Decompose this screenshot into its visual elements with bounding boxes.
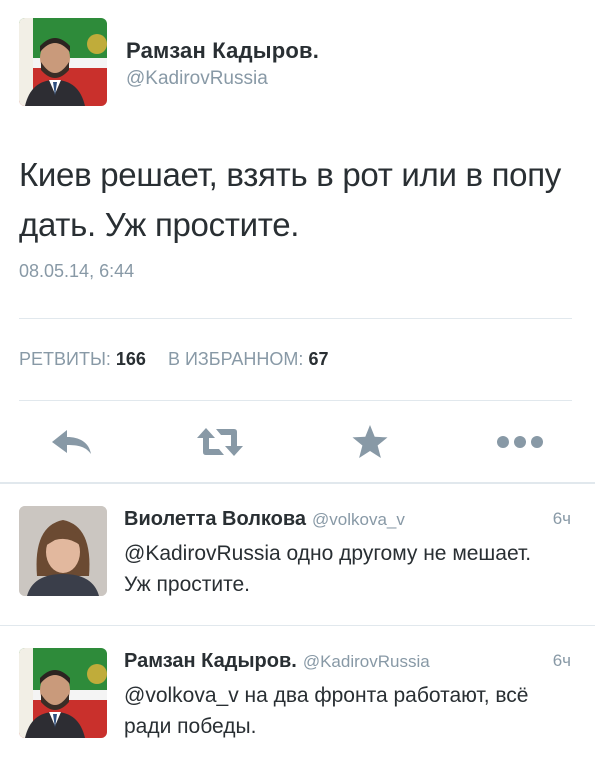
reply-time: 6ч: [552, 651, 571, 670]
author-avatar[interactable]: [19, 18, 107, 106]
reply-author-handle[interactable]: @KadirovRussia: [303, 652, 430, 671]
reply-text: @KadirovRussia одно другому не мешает. У…: [124, 542, 532, 596]
reply-author-name[interactable]: Рамзан Кадыров.: [124, 650, 297, 672]
favorite-button[interactable]: [346, 422, 394, 462]
favorite-star-icon: [352, 425, 388, 458]
reply-author-avatar[interactable]: [19, 506, 107, 596]
reply-author: Виолетта Волкова @volkova_v: [124, 508, 405, 531]
reply-author-handle[interactable]: @volkova_v: [312, 510, 405, 529]
favorites-label[interactable]: В ИЗБРАННОМ:: [168, 349, 303, 369]
more-dots-icon: [497, 436, 543, 448]
reply-tweet[interactable]: Виолетта Волкова @volkova_v 6ч @KadirovRu…: [0, 484, 595, 625]
more-options-button[interactable]: [496, 422, 544, 462]
main-tweet: Рамзан Кадыров. @KadirovRussia Киев реша…: [0, 0, 595, 482]
tweet-actions-bar: [0, 400, 595, 482]
tweet-timestamp: 08.05.14, 6:44: [19, 261, 135, 281]
reply-author-name[interactable]: Виолетта Волкова: [124, 508, 306, 530]
favorites-count[interactable]: 67: [308, 349, 328, 369]
retweet-button[interactable]: [196, 422, 244, 462]
tweet-text: Киев решает, взять в рот или в попу дать…: [19, 156, 561, 243]
retweets-label[interactable]: РЕТВИТЫ:: [19, 349, 111, 369]
retweet-icon: [197, 428, 243, 456]
divider: [19, 318, 572, 319]
author-name[interactable]: Рамзан Кадыров.: [126, 38, 319, 64]
reply-button[interactable]: [47, 422, 95, 462]
author-handle[interactable]: @KadirovRussia: [126, 68, 268, 90]
reply-author-avatar[interactable]: [19, 648, 107, 738]
reply-time: 6ч: [552, 509, 571, 528]
reply-author: Рамзан Кадыров. @KadirovRussia: [124, 650, 430, 673]
tweet-stats: РЕТВИТЫ: 166 В ИЗБРАННОМ: 67: [19, 349, 328, 370]
reply-text: @volkova_v на два фронта работают, всё р…: [124, 684, 529, 738]
reply-tweet[interactable]: Рамзан Кадыров. @KadirovRussia 6ч @volkov…: [0, 626, 595, 769]
retweets-count[interactable]: 166: [116, 349, 146, 369]
reply-icon: [52, 430, 91, 454]
